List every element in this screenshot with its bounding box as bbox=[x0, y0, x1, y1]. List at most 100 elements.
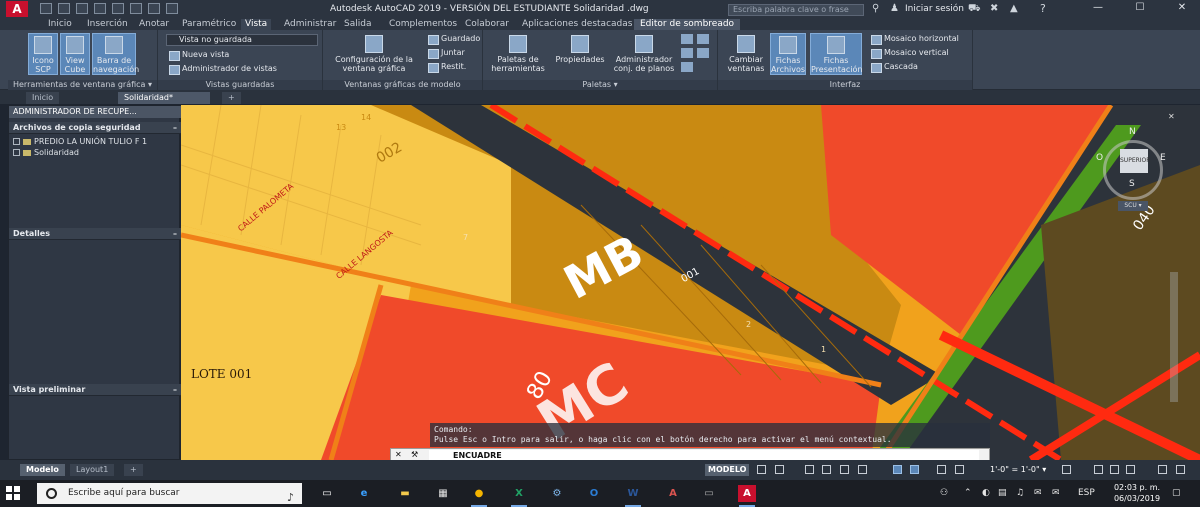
expand-icon[interactable] bbox=[13, 138, 20, 145]
details-header[interactable]: Detalles – bbox=[9, 228, 181, 240]
snap-icon[interactable] bbox=[775, 465, 784, 474]
object-snap-tracking-icon[interactable] bbox=[858, 465, 867, 474]
lineweight-icon[interactable] bbox=[910, 465, 919, 474]
properties-button[interactable]: Propiedades bbox=[553, 33, 607, 75]
selection-cycling-icon[interactable] bbox=[955, 465, 964, 474]
polar-icon[interactable] bbox=[822, 465, 831, 474]
layout-tab-model[interactable]: Modelo bbox=[20, 464, 65, 476]
clean-screen-icon[interactable] bbox=[1158, 465, 1167, 474]
compass-north[interactable]: N bbox=[1129, 127, 1136, 137]
save-icon[interactable] bbox=[76, 3, 88, 14]
tab-complementos[interactable]: Complementos bbox=[389, 19, 457, 30]
annotation-scale[interactable]: 1'-0" = 1'-0" ▾ bbox=[990, 464, 1046, 476]
tray-icon[interactable]: ✉ bbox=[1034, 488, 1042, 498]
redo-icon[interactable] bbox=[166, 3, 178, 14]
outlook-icon[interactable]: O bbox=[585, 485, 603, 502]
taskbar-search-input[interactable]: Escribe aquí para buscar ♪ bbox=[37, 483, 302, 504]
drawing-canvas[interactable]: MB MC LOTE 001 CALLE PALOMETA CALLE LANG… bbox=[181, 105, 1200, 460]
tab-salida[interactable]: Salida bbox=[344, 19, 371, 30]
close-navbar-icon[interactable]: ✕ bbox=[1168, 112, 1180, 124]
people-icon[interactable]: ⚇ bbox=[940, 488, 948, 498]
close-command-icon[interactable]: ✕ bbox=[395, 450, 402, 459]
annotation-monitor-icon[interactable] bbox=[1094, 465, 1103, 474]
tray-icon[interactable]: ✉ bbox=[1052, 488, 1060, 498]
switch-windows-button[interactable]: Cambiar ventanas bbox=[726, 33, 766, 75]
units-icon[interactable] bbox=[1110, 465, 1119, 474]
tab-administrar[interactable]: Administrar bbox=[284, 19, 336, 30]
search-input[interactable]: Escriba palabra clave o frase bbox=[728, 4, 864, 16]
view-manager-button[interactable]: Administrador de vistas bbox=[168, 63, 277, 75]
minimize-button[interactable]: — bbox=[1090, 2, 1106, 16]
navbar-button[interactable]: Barra de navegación bbox=[92, 33, 139, 75]
tile-horizontal-button[interactable]: Mosaico horizontal bbox=[870, 33, 959, 45]
saved-viewport-button[interactable]: Guardado bbox=[427, 33, 480, 45]
workspace-gear-icon[interactable] bbox=[1062, 465, 1071, 474]
binoculars-icon[interactable]: ⚲ bbox=[872, 3, 879, 14]
tab-anotar[interactable]: Anotar bbox=[139, 19, 169, 30]
file-explorer-icon[interactable]: ▬ bbox=[396, 485, 414, 502]
collapse-icon[interactable]: – bbox=[173, 384, 177, 396]
web-mobile-icon[interactable] bbox=[112, 3, 124, 14]
network-icon[interactable]: ▤ bbox=[998, 488, 1007, 498]
tab-editor-sombreado[interactable]: Editor de sombreado bbox=[634, 19, 741, 30]
preview-header[interactable]: Vista preliminar – bbox=[9, 384, 181, 396]
compass-east[interactable]: E bbox=[1160, 153, 1166, 163]
volume-icon[interactable]: ♫ bbox=[1016, 488, 1024, 498]
sheet-set-button[interactable]: Administrador conj. de planos bbox=[613, 33, 675, 75]
ucs-icon-button[interactable]: Icono SCP bbox=[28, 33, 58, 75]
grid-icon[interactable] bbox=[757, 465, 766, 474]
palette-small-icon[interactable] bbox=[697, 48, 709, 58]
login-link[interactable]: Iniciar sesión bbox=[905, 4, 964, 14]
tab-vista[interactable]: Vista bbox=[241, 19, 272, 30]
tile-vertical-button[interactable]: Mosaico vertical bbox=[870, 47, 949, 59]
autocad-taskbar-icon[interactable]: A bbox=[738, 485, 756, 507]
viewcube-face-top[interactable]: SUPERIOR bbox=[1120, 149, 1150, 173]
app-icon[interactable]: ▭ bbox=[700, 485, 718, 502]
expand-icon[interactable] bbox=[13, 149, 20, 156]
store-icon[interactable]: ▦ bbox=[434, 485, 452, 502]
palette-small-icon[interactable] bbox=[681, 34, 693, 44]
wcs-dropdown[interactable]: SCU ▾ bbox=[1118, 201, 1148, 211]
restore-button[interactable]: ☐ bbox=[1132, 2, 1148, 16]
palette-small-icon[interactable] bbox=[697, 34, 709, 44]
tree-item[interactable]: Solidaridad bbox=[13, 147, 79, 158]
chrome-icon[interactable]: ● bbox=[470, 485, 488, 507]
edge-icon[interactable]: e bbox=[355, 485, 373, 502]
notifications-icon[interactable]: ▢ bbox=[1172, 488, 1181, 498]
tab-aplicaciones[interactable]: Aplicaciones destacadas bbox=[522, 19, 632, 30]
task-view-icon[interactable]: ▭ bbox=[318, 485, 336, 502]
new-view-button[interactable]: Nueva vista bbox=[168, 49, 229, 61]
viewcube[interactable]: SUPERIOR N S E O SCU ▾ bbox=[1096, 127, 1168, 211]
excel-icon[interactable]: X bbox=[510, 485, 528, 507]
language-indicator[interactable]: ESP bbox=[1078, 488, 1095, 498]
close-button[interactable]: ✕ bbox=[1174, 2, 1190, 16]
tab-inicio[interactable]: Inicio bbox=[48, 19, 72, 30]
nav-tools-strip[interactable] bbox=[1170, 272, 1178, 402]
autocad-logo-icon[interactable]: A bbox=[6, 1, 28, 17]
tray-chevron-icon[interactable]: ⌃ bbox=[964, 488, 972, 498]
customize-icon[interactable]: ⚒ bbox=[411, 450, 418, 459]
doc-tab-inicio[interactable]: Inicio bbox=[26, 92, 60, 104]
new-tab-button[interactable]: + bbox=[222, 92, 241, 104]
word-icon[interactable]: W bbox=[624, 485, 642, 507]
view-dropdown[interactable]: Vista no guardada bbox=[166, 34, 318, 46]
tab-parametrico[interactable]: Paramétrico bbox=[182, 19, 236, 30]
user-icon[interactable]: ♟ bbox=[890, 3, 899, 14]
save-as-icon[interactable] bbox=[94, 3, 106, 14]
restore-viewport-button[interactable]: Restit. bbox=[427, 61, 466, 73]
collapse-icon[interactable]: – bbox=[173, 122, 177, 134]
tree-item[interactable]: PREDIO LA UNIÓN TULIO F 1 bbox=[13, 136, 147, 147]
windows-start-icon[interactable] bbox=[6, 486, 20, 500]
file-tabs-button[interactable]: Fichas Archivos bbox=[770, 33, 806, 75]
help-icon[interactable]: ? bbox=[1040, 2, 1046, 15]
tool-palettes-button[interactable]: Paletas de herramientas bbox=[491, 33, 545, 75]
backup-files-header[interactable]: Archivos de copia seguridad – bbox=[9, 122, 181, 134]
app-icon[interactable]: ⚙ bbox=[548, 485, 566, 502]
microphone-icon[interactable]: ♪ bbox=[287, 487, 294, 507]
plot-icon[interactable] bbox=[130, 3, 142, 14]
join-viewport-button[interactable]: Juntar bbox=[427, 47, 465, 59]
palette-small-icon[interactable] bbox=[681, 48, 693, 58]
panel-title[interactable]: Herramientas de ventana gráfica ▾ bbox=[8, 80, 157, 90]
ortho-icon[interactable] bbox=[805, 465, 814, 474]
open-file-icon[interactable] bbox=[58, 3, 70, 14]
